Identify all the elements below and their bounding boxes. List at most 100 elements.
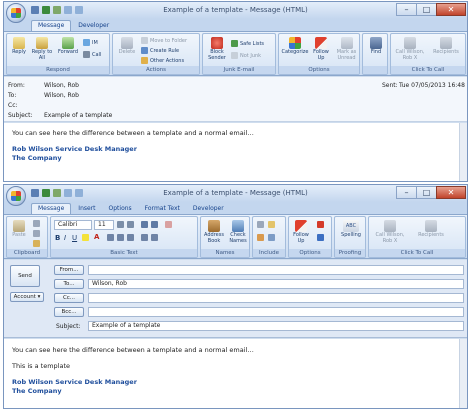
office-button[interactable] <box>6 3 26 23</box>
recipients-icon <box>425 220 437 232</box>
align-center-button[interactable] <box>117 234 126 241</box>
categorize-button[interactable]: Categorize <box>281 37 309 56</box>
high-importance-button[interactable] <box>317 221 326 228</box>
numbering-button[interactable] <box>151 221 160 228</box>
font-name-select[interactable]: Calibri <box>54 220 92 230</box>
forward-button[interactable]: Forward <box>56 37 80 56</box>
grow-font-button[interactable] <box>117 221 126 228</box>
bold-button[interactable]: B <box>55 234 60 242</box>
mark-as-unread-button[interactable]: Mark as Unread <box>334 37 359 61</box>
tab-format-text[interactable]: Format Text <box>139 204 186 214</box>
message-body-editor[interactable]: You can see here the difference between … <box>4 339 467 408</box>
vertical-scrollbar[interactable] <box>459 123 467 181</box>
address-book-button[interactable]: Address Book <box>202 220 226 244</box>
decrease-indent-button[interactable] <box>141 234 150 241</box>
cc-button[interactable]: Cc... <box>54 293 84 303</box>
font-size-select[interactable]: 11 <box>94 220 114 230</box>
align-right-button[interactable] <box>127 234 136 241</box>
send-button[interactable]: Send <box>10 265 40 287</box>
font-color-button[interactable]: A <box>94 233 99 241</box>
to-button[interactable]: To... <box>54 279 84 289</box>
signature-button[interactable] <box>268 234 277 241</box>
from-button[interactable]: From... <box>54 265 84 275</box>
highlight-button[interactable] <box>82 234 91 241</box>
call-button[interactable]: Call <box>83 51 101 58</box>
shrink-font-button[interactable] <box>127 221 136 228</box>
format-painter-button[interactable] <box>33 240 42 247</box>
check-names-button[interactable]: Check Names <box>226 220 249 244</box>
cc-field[interactable] <box>88 293 464 303</box>
from-value[interactable]: Wilson, Rob <box>44 82 79 89</box>
spelling-button[interactable]: ABC Spelling <box>337 220 365 239</box>
reply-all-icon <box>36 37 48 49</box>
bullets-button[interactable] <box>141 221 150 228</box>
window-controls: – □ ✕ <box>396 3 466 16</box>
move-to-folder-button[interactable]: Move to Folder <box>141 37 187 44</box>
underline-button[interactable]: U <box>72 234 77 242</box>
paste-button[interactable]: Paste <box>9 220 29 239</box>
attach-file-button[interactable] <box>257 221 266 228</box>
to-field[interactable]: Wilson, Rob <box>88 279 464 289</box>
sent-value: Tue 07/05/2013 16:48 <box>399 82 465 89</box>
maximize-button[interactable]: □ <box>416 186 437 199</box>
call-wilson-button[interactable]: Call Wilson, Rob X <box>394 37 426 61</box>
office-button[interactable] <box>6 186 26 206</box>
delete-icon <box>121 37 133 49</box>
recipients-button[interactable]: Recipients <box>429 37 463 56</box>
increase-indent-button[interactable] <box>151 234 160 241</box>
account-button[interactable]: Account ▾ <box>10 292 44 302</box>
im-button[interactable]: IM <box>83 39 98 46</box>
reply-button[interactable]: Reply <box>9 37 29 56</box>
other-actions-button[interactable]: Other Actions <box>141 57 184 64</box>
create-rule-button[interactable]: Create Rule <box>141 47 179 54</box>
copy-button[interactable] <box>33 230 42 237</box>
low-importance-button[interactable] <box>317 234 326 241</box>
recipients-button[interactable]: Recipients <box>413 220 449 239</box>
to-value[interactable]: Wilson, Rob <box>44 92 79 99</box>
group-click-to-call: Call Wilson, Rob X Recipients Click To C… <box>390 33 466 75</box>
message-body[interactable]: You can see here the difference between … <box>4 123 467 181</box>
from-field[interactable] <box>88 265 464 275</box>
decrease-indent-icon <box>141 234 148 241</box>
tab-message[interactable]: Message <box>31 20 72 31</box>
follow-up-button[interactable]: Follow Up <box>290 220 312 244</box>
block-sender-button[interactable]: Block Sender <box>206 37 228 61</box>
cut-button[interactable] <box>33 220 42 227</box>
delete-button[interactable]: Delete <box>116 37 138 56</box>
italic-button[interactable]: I <box>64 234 66 242</box>
align-left-button[interactable] <box>107 234 116 241</box>
maximize-button[interactable]: □ <box>416 3 437 16</box>
call-wilson-button[interactable]: Call Wilson, Rob X <box>371 220 409 244</box>
find-button[interactable]: Find <box>365 37 387 56</box>
not-junk-button[interactable]: Not Junk <box>231 52 261 59</box>
safe-lists-icon <box>231 40 238 47</box>
from-row: From: Wilson, Rob <box>8 82 79 89</box>
bcc-field[interactable] <box>88 307 464 317</box>
phone-icon <box>404 37 416 49</box>
bcc-button[interactable]: Bcc... <box>54 307 84 317</box>
clear-formatting-button[interactable] <box>165 221 174 228</box>
tab-options[interactable]: Options <box>103 204 138 214</box>
vertical-scrollbar[interactable] <box>459 339 467 408</box>
minimize-button[interactable]: – <box>396 3 417 16</box>
signature-name: Rob Wilson Service Desk Manager <box>12 378 137 386</box>
business-card-button[interactable] <box>257 234 266 241</box>
tab-developer[interactable]: Developer <box>187 204 230 214</box>
minimize-button[interactable]: – <box>396 186 417 199</box>
title-bar: Example of a template - Message (HTML) –… <box>4 185 467 206</box>
subject-field[interactable]: Example of a template <box>88 321 464 331</box>
forward-icon <box>62 37 74 49</box>
tab-insert[interactable]: Insert <box>72 204 101 214</box>
follow-up-button[interactable]: Follow Up <box>310 37 332 61</box>
close-button[interactable]: ✕ <box>436 3 466 16</box>
attach-item-button[interactable] <box>268 221 277 228</box>
tab-message[interactable]: Message <box>31 203 72 214</box>
reply-all-button[interactable]: Reply to All <box>31 37 53 61</box>
close-button[interactable]: ✕ <box>436 186 466 199</box>
safe-lists-button[interactable]: Safe Lists <box>231 40 264 47</box>
group-click-to-call: Call Wilson, Rob X Recipients Click To C… <box>368 216 466 258</box>
tab-developer[interactable]: Developer <box>72 21 115 31</box>
to-row: To: Wilson, Rob <box>8 92 79 99</box>
group-options: Categorize Follow Up Mark as Unread Opti… <box>278 33 360 75</box>
ribbon: Paste Clipboard Calibri 11 B I U A Basic… <box>4 214 467 259</box>
